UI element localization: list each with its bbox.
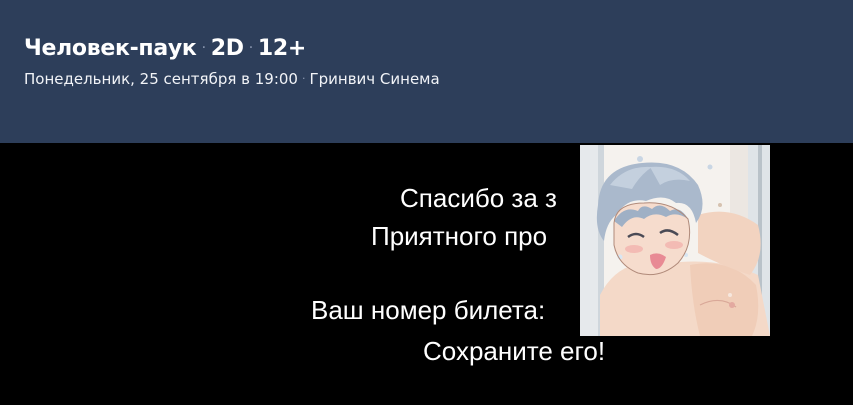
event-details-line: Понедельник, 25 сентября в 19:00 · Гринвич… [24,70,440,88]
anime-illustration-image [580,145,770,336]
separator-dot: · [201,40,206,56]
date-time: Понедельник, 25 сентября в 19:00 [24,70,298,88]
save-it-text: Сохраните его! [423,336,606,366]
enjoy-text: Приятного про [371,221,548,251]
separator-dot: · [301,72,306,85]
illustration-drawing [580,145,770,336]
movie-title: Человек-паук [24,36,197,61]
thanks-text: Спасибо за з [400,183,557,213]
cinema-name: Гринвич Синема [309,70,440,88]
separator-dot: · [248,40,253,56]
event-title-line: Человек-паук · 2D · 12+ [24,36,306,61]
event-header: Человек-паук · 2D · 12+ Понедельник, 25 сент… [0,0,853,143]
ticket-number-label: Ваш номер билета: [311,295,546,325]
age-rating: 12+ [257,36,307,61]
format-label: 2D [210,36,244,61]
